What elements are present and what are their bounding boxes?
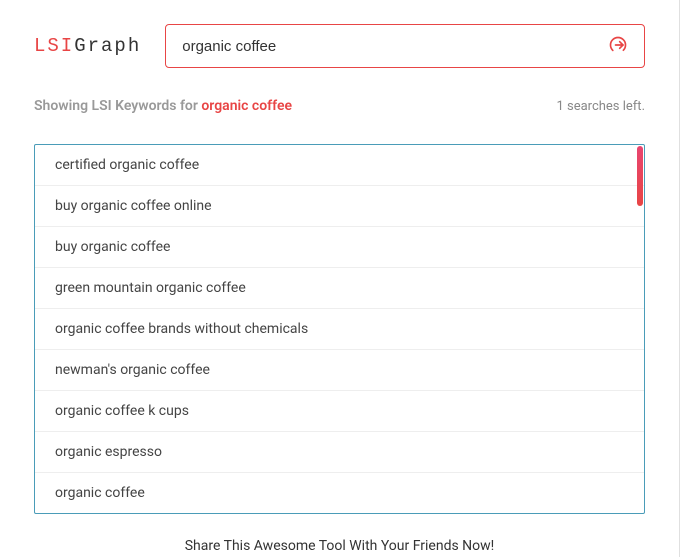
logo-part1: LSI — [34, 35, 74, 57]
search-input[interactable] — [166, 25, 592, 67]
result-item[interactable]: buy organic coffee online — [35, 186, 644, 227]
share-text: Share This Awesome Tool With Your Friend… — [34, 538, 645, 554]
result-item[interactable]: buy organic coffee — [35, 227, 644, 268]
status-row: Showing LSI Keywords for organic coffee … — [34, 98, 645, 114]
result-item[interactable]: organic coffee brands without chemicals — [35, 309, 644, 350]
results-box: certified organic coffee buy organic cof… — [34, 144, 645, 514]
status-prefix: Showing LSI Keywords for — [34, 98, 201, 114]
submit-arrow-icon — [608, 35, 628, 58]
logo-part2: Graph — [74, 35, 141, 57]
main-container: LSIGraph Showing LSI Keywords for organi… — [0, 0, 680, 557]
result-item[interactable]: certified organic coffee — [35, 145, 644, 186]
scrollbar-thumb[interactable] — [637, 146, 643, 206]
logo: LSIGraph — [34, 35, 141, 57]
status-text: Showing LSI Keywords for organic coffee — [34, 98, 292, 114]
searches-left: 1 searches left. — [556, 99, 645, 114]
result-item[interactable]: newman's organic coffee — [35, 350, 644, 391]
result-item[interactable]: organic espresso — [35, 432, 644, 473]
result-item[interactable]: organic coffee k cups — [35, 391, 644, 432]
header-row: LSIGraph — [34, 24, 645, 68]
status-query: organic coffee — [201, 98, 292, 114]
result-item[interactable]: green mountain organic coffee — [35, 268, 644, 309]
search-wrapper — [165, 24, 645, 68]
results-list[interactable]: certified organic coffee buy organic cof… — [35, 145, 644, 513]
search-submit-button[interactable] — [592, 25, 644, 67]
result-item[interactable]: organic coffee — [35, 473, 644, 513]
